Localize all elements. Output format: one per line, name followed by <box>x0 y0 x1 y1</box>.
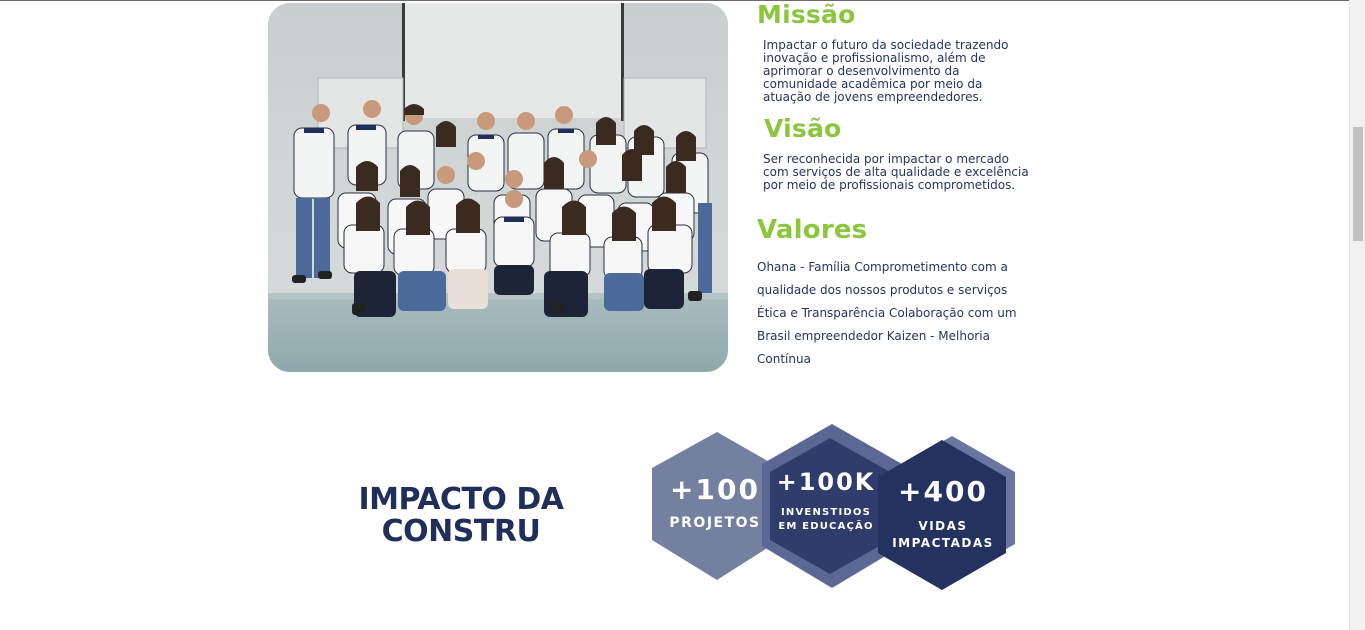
top-divider <box>0 0 1349 1</box>
team-photo-illustration <box>268 3 728 372</box>
values-title: Valores <box>757 215 868 245</box>
stat-projects-number: +100 <box>670 473 760 506</box>
vertical-scrollbar[interactable] <box>1349 0 1365 630</box>
stat-investment: +100K INVENSTIDOS EM EDUCAÇÃO <box>766 468 886 534</box>
stat-investment-number: +100K <box>776 468 876 496</box>
team-photo <box>268 3 728 372</box>
impact-title: IMPACTO DA CONSTRU <box>330 484 592 548</box>
stat-investment-label-line1: INVENSTIDOS <box>781 507 871 518</box>
stat-lives-label-line2: IMPACTADAS <box>892 536 994 550</box>
stat-lives-number: +400 <box>898 475 988 508</box>
stat-lives: +400 VIDAS IMPACTADAS <box>878 476 1008 552</box>
stat-projects: +100 PROJETOS <box>650 474 780 532</box>
mission-text: Impactar o futuro da sociedade trazendo … <box>763 38 1009 104</box>
vision-title: Visão <box>764 114 842 143</box>
vision-text: Ser reconhecida por impactar o mercado c… <box>763 152 1029 192</box>
stat-projects-label: PROJETOS <box>669 515 761 531</box>
scrollbar-thumb[interactable] <box>1353 127 1363 241</box>
impact-title-line1: IMPACTO DA <box>358 482 564 517</box>
values-text: Ohana - Família Comprometimento com a qu… <box>757 260 1017 366</box>
stat-lives-label-line1: VIDAS <box>918 519 968 533</box>
page: Missão Impactar o futuro da sociedade tr… <box>0 0 1365 630</box>
impact-title-line2: CONSTRU <box>381 514 541 549</box>
mission-title: Missão <box>757 0 856 29</box>
stat-investment-label-line2: EM EDUCAÇÃO <box>778 521 874 532</box>
impact-stats: +100 PROJETOS +100K INVENSTIDOS EM EDUCA… <box>640 420 1030 600</box>
